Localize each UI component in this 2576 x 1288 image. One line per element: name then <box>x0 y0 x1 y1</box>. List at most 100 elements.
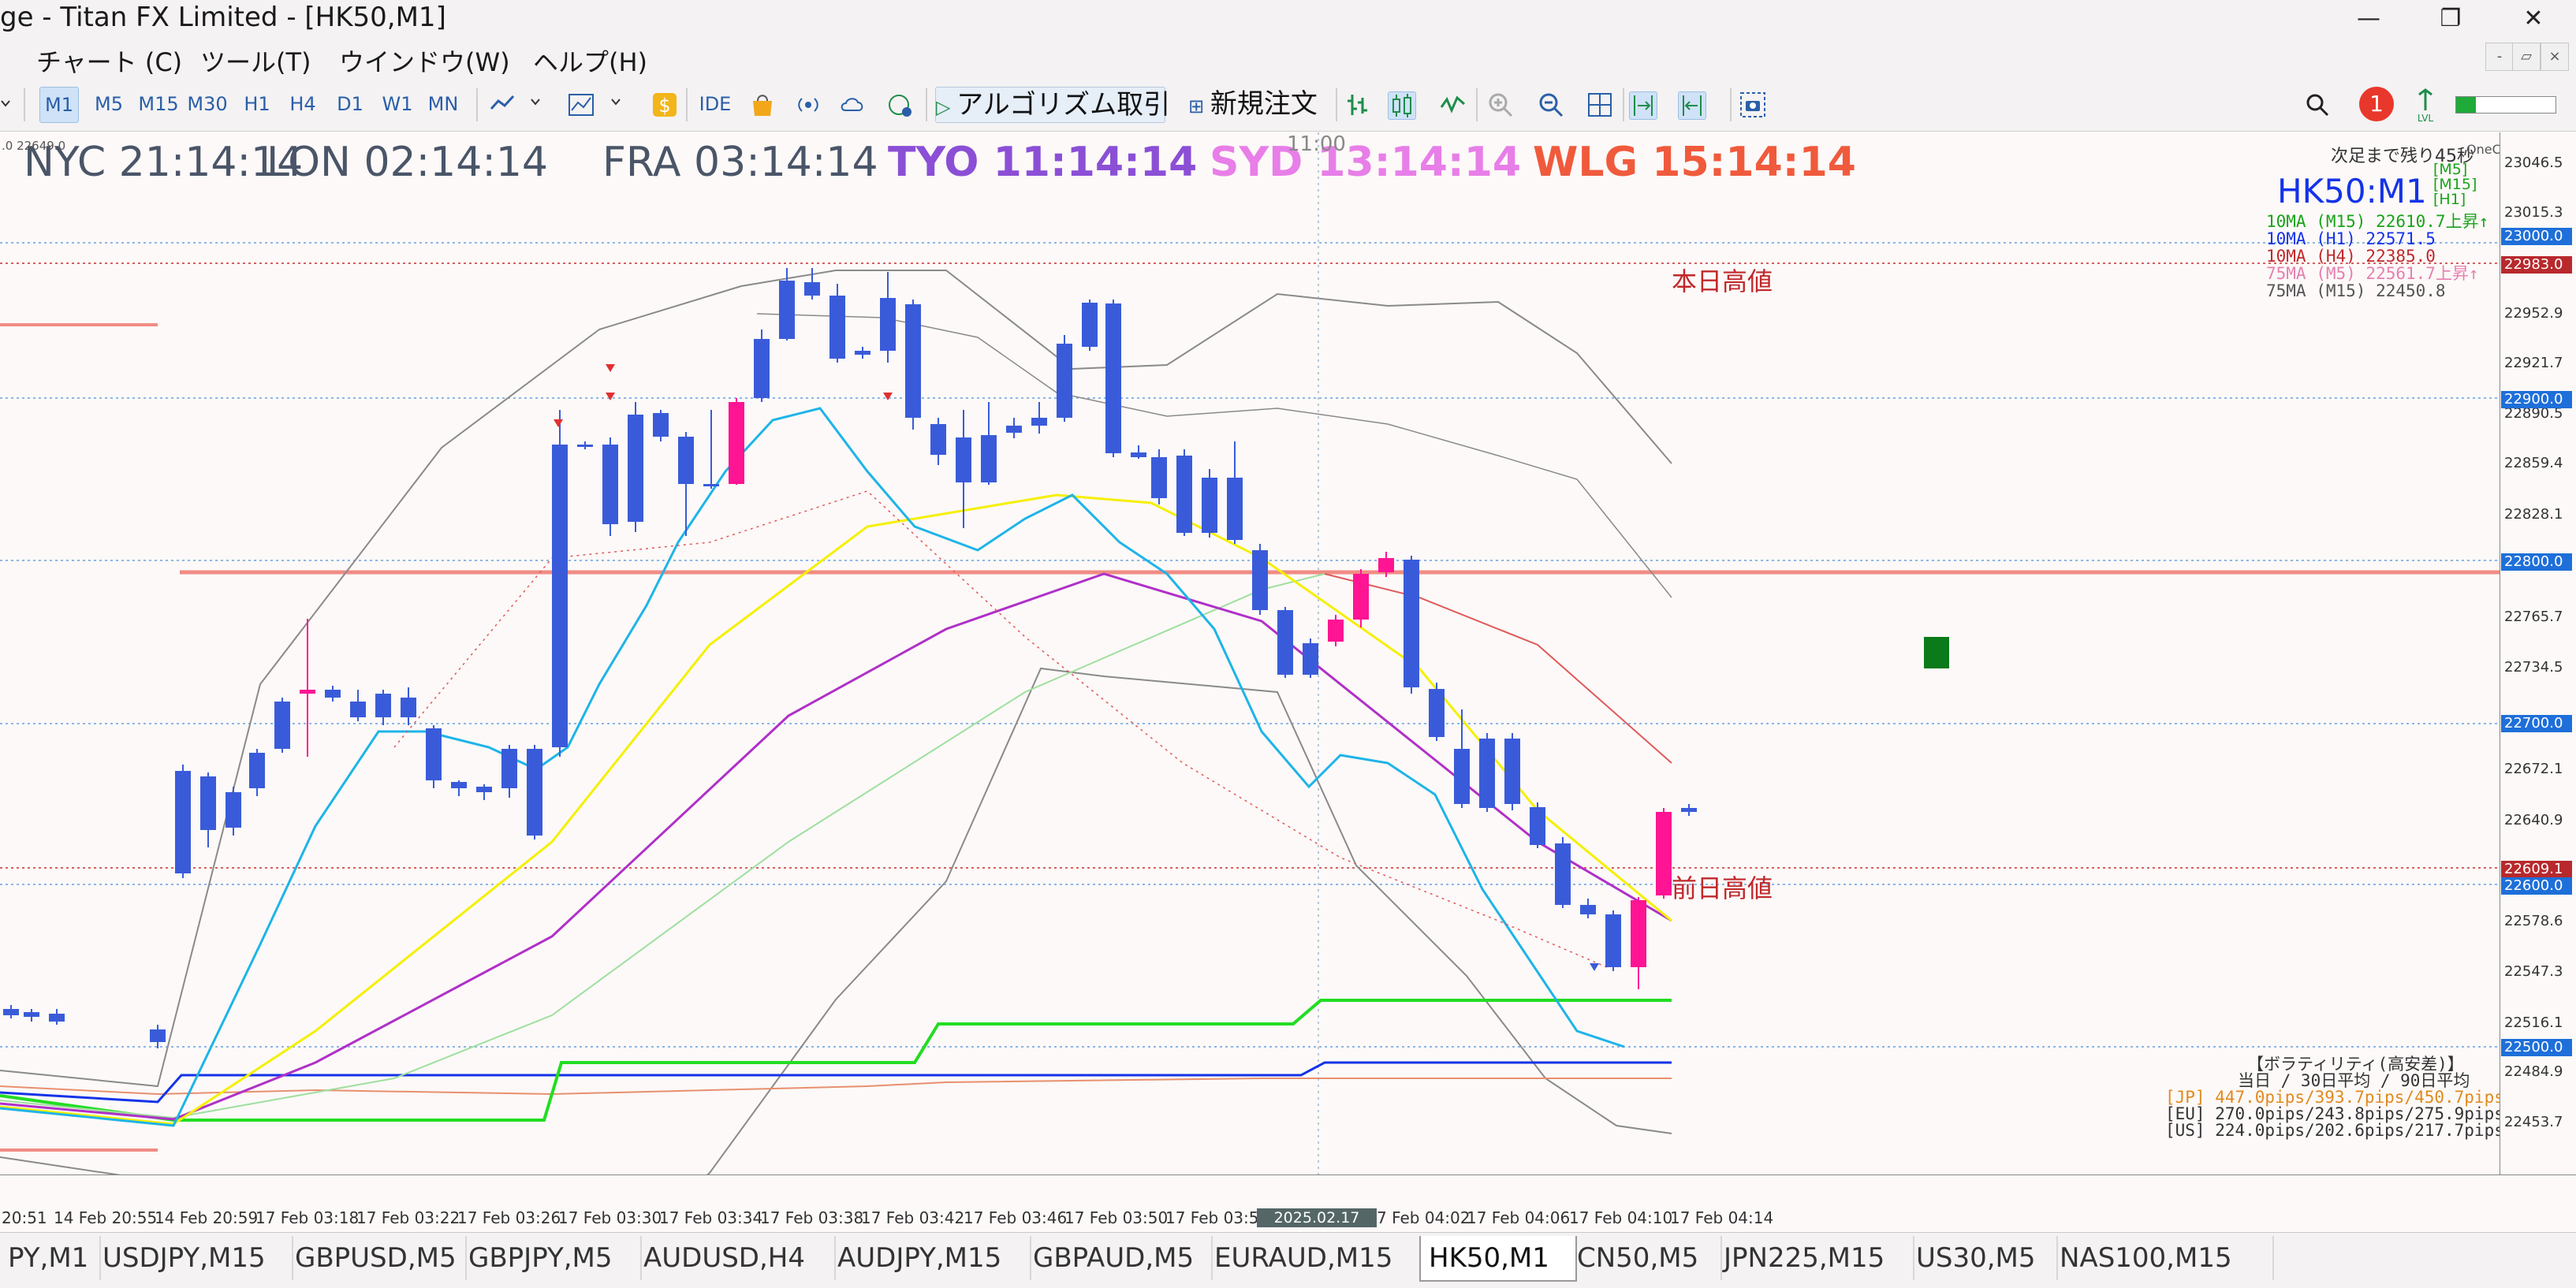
price-level-tag: 23000.0 <box>2501 228 2572 245</box>
candle-body <box>703 484 719 486</box>
chart-tab[interactable]: GBPJPY,M5 <box>460 1236 642 1280</box>
chart-tab[interactable]: JPN225,M15 <box>1716 1236 1914 1280</box>
candle-body <box>729 402 744 484</box>
candle-body <box>1681 808 1697 812</box>
chevron-down-icon[interactable] <box>610 95 621 110</box>
candle-body <box>577 445 593 447</box>
dollar-icon[interactable]: $ <box>651 91 678 118</box>
time-tick: 17 Feb 04:10 <box>1569 1208 1673 1227</box>
candle-body <box>249 753 265 788</box>
menu-tools[interactable]: ツール(T) <box>200 43 311 79</box>
indicator-list-icon[interactable] <box>489 91 516 118</box>
zoom-out-icon[interactable] <box>1538 91 1564 118</box>
candle-body <box>779 281 795 339</box>
timeframe-d1[interactable]: D1 <box>331 87 369 121</box>
signals-icon[interactable] <box>795 91 822 118</box>
menu-window[interactable]: ウインドウ(W) <box>339 43 510 79</box>
menu-help[interactable]: ヘルプ(H) <box>533 43 647 79</box>
candle-body <box>1580 905 1596 914</box>
ide-button[interactable]: IDE <box>695 87 735 121</box>
candle-body <box>1479 739 1495 808</box>
time-tick: 14 Feb 20:55 <box>54 1208 158 1227</box>
candle-body <box>49 1014 65 1022</box>
candle-body <box>1605 914 1621 967</box>
bar-chart-icon[interactable] <box>1344 91 1370 118</box>
chart-tab[interactable]: AUDJPY,M15 <box>829 1236 1031 1280</box>
zoom-in-icon[interactable] <box>1487 91 1514 118</box>
chart-tab[interactable]: NAS100,M15 <box>2052 1236 2274 1280</box>
chart-tab[interactable]: US30,M5 <box>1908 1236 2058 1280</box>
timeframe-h4[interactable]: H4 <box>284 87 322 121</box>
web-globe-icon[interactable] <box>886 91 913 118</box>
timeframe-h1[interactable]: H1 <box>238 87 276 121</box>
chart-tab[interactable]: CN50,M5 <box>1569 1236 1722 1280</box>
mdi-minimize-button[interactable]: - <box>2485 43 2514 71</box>
screenshot-camera-icon[interactable] <box>1739 91 1766 118</box>
timeframe-mn[interactable]: MN <box>424 87 462 121</box>
svg-text:$: $ <box>658 95 670 117</box>
candle-body <box>804 282 820 296</box>
minimize-button[interactable]: — <box>2345 2 2392 36</box>
legend-h1: [H1] <box>2433 191 2466 208</box>
algo-trading-button[interactable]: ▷ アルゴリズム取引 <box>935 87 1170 123</box>
new-order-button[interactable]: ⊞ 新規注文 <box>1178 87 1328 121</box>
auto-scroll-icon[interactable] <box>1629 91 1657 120</box>
signal-strength-icon[interactable]: LVL <box>2410 87 2441 123</box>
candle-body <box>1176 456 1192 533</box>
play-icon: ▷ <box>936 96 951 118</box>
chart-shift-icon[interactable] <box>1678 91 1706 120</box>
market-bag-icon[interactable] <box>749 91 776 118</box>
search-icon[interactable] <box>2304 91 2331 118</box>
candle-body <box>1105 303 1121 453</box>
ma-magenta-line <box>0 572 1672 1121</box>
mdi-restore-button[interactable]: ▱ <box>2512 43 2541 71</box>
line-chart-icon[interactable] <box>1440 91 1467 118</box>
chart-templates-icon[interactable] <box>568 91 595 118</box>
chart-tab[interactable]: HK50,M1 <box>1419 1236 1577 1282</box>
candle-body <box>1555 843 1571 905</box>
chart-tab[interactable]: USDJPY,M15 <box>95 1236 293 1280</box>
tile-windows-icon[interactable] <box>1586 91 1613 118</box>
timeframe-m15[interactable]: M15 <box>137 87 180 121</box>
candle-body <box>905 304 921 418</box>
timeframe-m1[interactable]: M1 <box>39 87 79 123</box>
price-level-tag: 22600.0 <box>2501 877 2572 895</box>
volatility-header: 当日 / 30日平均 / 90日平均 <box>2238 1071 2470 1090</box>
candle-body <box>274 702 290 749</box>
timeframe-w1[interactable]: W1 <box>378 87 416 121</box>
ma-h1-line <box>0 1061 1672 1104</box>
chart-tab[interactable]: GBPAUD,M5 <box>1025 1236 1213 1280</box>
candlestick-icon[interactable] <box>1388 91 1416 120</box>
price-tick: 22547.3 <box>2504 963 2563 980</box>
menu-chart[interactable]: チャート (C) <box>36 43 182 79</box>
chart-tab[interactable]: AUDUSD,H4 <box>636 1236 836 1280</box>
candle-body <box>829 296 845 359</box>
time-axis[interactable] <box>0 1174 2576 1207</box>
time-tick: 17 Feb 03:26 <box>457 1208 561 1227</box>
chart-tab[interactable]: GBPUSD,M5 <box>287 1236 467 1280</box>
ma-m15-line <box>0 999 1672 1122</box>
notification-badge[interactable]: 1 <box>2359 87 2394 121</box>
price-tick: 22640.9 <box>2504 812 2563 828</box>
price-chart[interactable] <box>0 132 2500 1174</box>
chevron-down-icon[interactable] <box>530 95 541 110</box>
mdi-close-button[interactable]: × <box>2541 43 2569 71</box>
clock-1: LON 02:14:14 <box>267 139 549 186</box>
chart-tab[interactable]: EURAUD,M15 <box>1206 1236 1426 1280</box>
candle-body <box>1454 749 1470 804</box>
timeframe-m30[interactable]: M30 <box>186 87 229 121</box>
bollinger-mid <box>756 313 1672 598</box>
volatility-row-1: [EU] 270.0pips/243.8pips/275.9pips <box>2165 1104 2504 1123</box>
close-button[interactable]: ✕ <box>2510 2 2557 36</box>
timeframe-m5[interactable]: M5 <box>90 87 128 121</box>
vps-cloud-icon[interactable] <box>839 91 866 118</box>
time-tick: 17 Feb 03:22 <box>356 1208 460 1227</box>
candle-body <box>325 690 341 698</box>
candle-body <box>1303 643 1318 675</box>
restore-button[interactable]: ❐ <box>2427 2 2474 36</box>
candle-body <box>602 445 618 524</box>
time-cursor-marker: 2025.02.17 04:00 <box>1257 1208 1377 1245</box>
chevron-down-icon[interactable] <box>0 96 11 112</box>
ma-line-2: 10MA (H4) 22385.0 <box>2266 247 2436 266</box>
chart-tab[interactable]: PY,M1 <box>0 1236 101 1280</box>
